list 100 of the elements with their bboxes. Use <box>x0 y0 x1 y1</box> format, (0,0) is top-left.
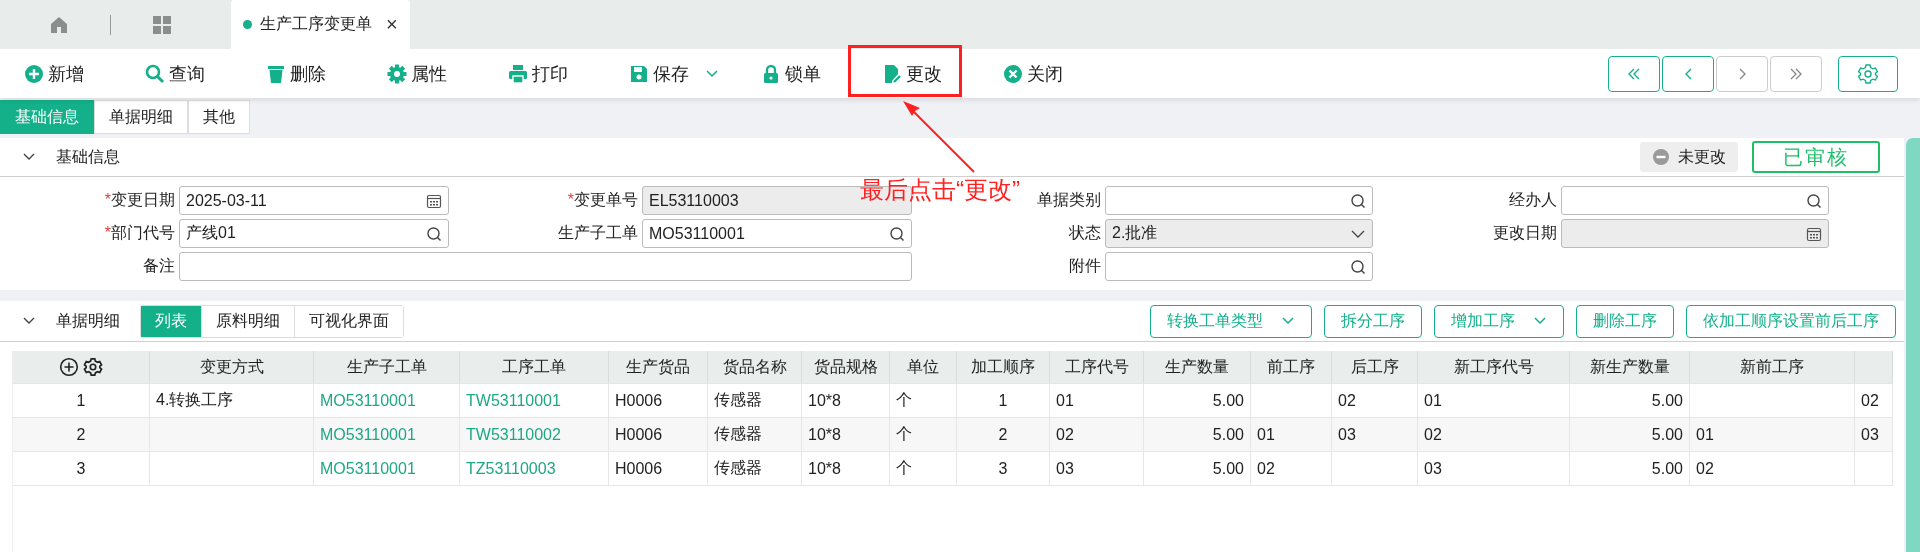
plus-icon <box>24 63 44 84</box>
table-cell-text: 个 <box>896 424 912 444</box>
field-label: 单据类别 <box>1037 190 1101 210</box>
print-button[interactable]: 打印 <box>508 53 629 94</box>
settings-icon[interactable] <box>83 357 103 377</box>
input-field[interactable] <box>179 252 912 281</box>
search-icon[interactable] <box>1350 258 1366 275</box>
table-cell: H0006 <box>615 391 663 410</box>
table-cell: 5.00 <box>1212 425 1244 444</box>
chevron-icon <box>1684 67 1692 80</box>
table-cell: 10*8 <box>808 425 841 444</box>
search-icon[interactable] <box>1350 192 1366 209</box>
section-tab[interactable]: 其他 <box>188 100 250 134</box>
prev-page-button[interactable] <box>1662 55 1714 92</box>
field-label: *部门代号 <box>104 223 175 243</box>
add-row-icon[interactable] <box>59 357 79 377</box>
document-edit-icon <box>882 63 902 84</box>
table-cell: 2 <box>76 425 86 444</box>
calendar-icon[interactable] <box>426 192 442 209</box>
close-button[interactable]: 关闭 <box>1003 53 1124 94</box>
table-cell: 5.00 <box>1651 459 1683 478</box>
table-cell: 5.00 <box>1651 425 1683 444</box>
table-cell: 5.00 <box>1651 391 1683 410</box>
field-label: *变更单号 <box>567 190 638 210</box>
search-icon[interactable] <box>1806 192 1822 209</box>
add-button[interactable]: 新增 <box>24 53 145 94</box>
search-button[interactable]: 查询 <box>145 53 266 94</box>
input-field[interactable]: MO53110001 <box>642 219 912 248</box>
close-icon <box>1003 63 1023 84</box>
column-header: 货品规格 <box>813 356 878 377</box>
input-field[interactable] <box>1105 252 1373 281</box>
change-status-badge: 未更改 <box>1640 142 1738 172</box>
table-cell: 3 <box>76 459 86 478</box>
table-cell-text: 个 <box>896 390 912 410</box>
field-label: 经办人 <box>1509 190 1557 210</box>
table-cell: H0006 <box>615 425 663 444</box>
column-header: 新工序代号 <box>1453 356 1534 377</box>
field-label: 备注 <box>143 256 175 276</box>
column-header: 生产数量 <box>1165 356 1229 377</box>
lock-button[interactable]: 锁单 <box>761 53 882 94</box>
input-field[interactable] <box>1105 186 1373 215</box>
search-icon[interactable] <box>889 225 905 242</box>
table-cell: 03 <box>1338 425 1356 444</box>
table-cell: 01 <box>1257 425 1275 444</box>
table-cell: 03 <box>1056 459 1074 478</box>
column-header: 货品名称 <box>722 356 787 377</box>
column-header: 工序代号 <box>1064 356 1129 377</box>
table-cell: 01 <box>1056 391 1074 410</box>
table-cell-text: 传感器 <box>714 390 762 410</box>
section-title: 基础信息 <box>56 146 120 167</box>
field-label: 生产子工单 <box>558 223 638 243</box>
table-cell: 01 <box>1696 425 1714 444</box>
input-field[interactable]: 产线01 <box>179 219 449 248</box>
column-header: 加工顺序 <box>971 356 1035 377</box>
document-tab[interactable]: 生产工序变更单 × <box>231 0 410 49</box>
status-dot <box>243 20 252 29</box>
table-cell: 02 <box>1056 425 1074 444</box>
table-cell: 02 <box>1861 391 1879 410</box>
settings-button[interactable] <box>1838 55 1898 92</box>
column-header: 生产子工单 <box>346 356 427 377</box>
table-cell: H0006 <box>615 459 663 478</box>
table-cell: 5.00 <box>1212 391 1244 410</box>
table-cell: 01 <box>1424 391 1442 410</box>
table-cell-text: 传感器 <box>714 424 762 444</box>
view-tab[interactable]: 可视化界面 <box>294 305 403 337</box>
section-title: 单据明细 <box>56 310 121 331</box>
minus-icon <box>1652 148 1670 166</box>
column-header: 后工序 <box>1350 356 1399 377</box>
chevron-icon <box>1738 67 1746 80</box>
save-button[interactable]: 保存 <box>629 53 761 94</box>
input-field[interactable] <box>1561 186 1829 215</box>
scrollbar-thumb[interactable] <box>1906 138 1920 552</box>
table-cell: 02 <box>1696 459 1714 478</box>
settings-button[interactable]: 属性 <box>387 53 508 94</box>
close-icon[interactable]: × <box>386 13 398 36</box>
home-icon <box>49 14 69 35</box>
chevron-icon <box>1790 67 1802 80</box>
grid-icon <box>152 14 172 35</box>
column-header: 生产货品 <box>626 356 690 377</box>
delete-button[interactable]: 删除 <box>266 53 387 94</box>
column-header: 工序工单 <box>502 356 566 377</box>
table-cell: 03 <box>1424 459 1442 478</box>
first-page-button[interactable] <box>1608 55 1660 92</box>
search-icon[interactable] <box>426 225 442 242</box>
field-label: 更改日期 <box>1493 223 1557 243</box>
table-cell: 1 <box>998 391 1008 410</box>
table-cell-text: 4.转换工序 <box>156 390 234 410</box>
chevron-icon <box>1628 67 1640 80</box>
column-header: 前工序 <box>1267 356 1315 377</box>
input-field[interactable]: 2025-03-11 <box>179 186 449 215</box>
table-cell-text: 传感器 <box>714 458 762 478</box>
field-label: 附件 <box>1069 256 1101 276</box>
table-cell-text: 个 <box>896 458 912 478</box>
section-tab[interactable]: 单据明细 <box>94 100 188 134</box>
settings-icon <box>1857 62 1879 85</box>
table-cell: 02 <box>1338 391 1356 410</box>
table-cell: 1 <box>76 391 86 410</box>
save-icon <box>629 63 649 84</box>
edit-button[interactable]: 更改 <box>882 53 1003 94</box>
table-cell: 10*8 <box>808 459 841 478</box>
